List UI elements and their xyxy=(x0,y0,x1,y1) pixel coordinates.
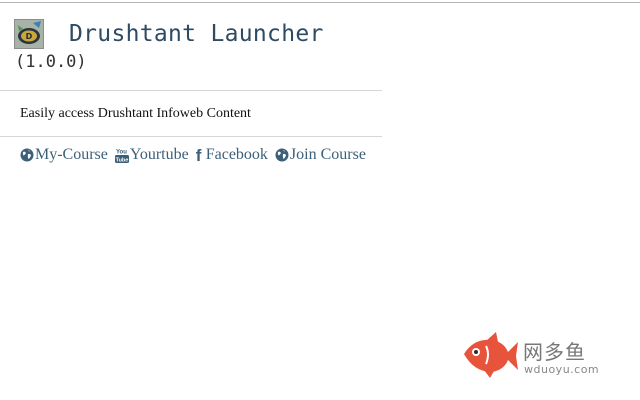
facebook-label: Facebook xyxy=(205,146,268,163)
fish-logo-icon xyxy=(464,332,518,378)
youtube-label: Yourtube xyxy=(129,146,189,163)
svg-text:You: You xyxy=(116,149,127,155)
watermark-cn-text: 网多鱼 xyxy=(523,340,586,364)
app-title: Drushtant Launcher xyxy=(69,21,324,47)
svg-text:D: D xyxy=(26,32,33,41)
my-course-link[interactable]: My-Course xyxy=(20,146,108,164)
extension-popup: D Drushtant Launcher (1.0.0) Easily acce… xyxy=(0,3,382,173)
popup-header: D Drushtant Launcher (1.0.0) xyxy=(0,3,382,90)
youtube-icon: You Tube xyxy=(114,149,129,163)
facebook-link[interactable]: f Facebook xyxy=(196,146,268,164)
drushtant-logo-icon: D xyxy=(14,19,44,49)
join-course-link[interactable]: Join Course xyxy=(275,146,366,164)
app-version: (1.0.0) xyxy=(15,52,87,72)
watermark: 网多鱼 wduoyu.com xyxy=(460,330,610,380)
globe-icon xyxy=(275,148,289,162)
join-course-label: Join Course xyxy=(289,146,366,163)
facebook-icon: f xyxy=(195,145,202,165)
link-bar: My-Course You Tube Yourtube f Facebook J… xyxy=(0,137,382,173)
watermark-en-text: wduoyu.com xyxy=(524,363,600,376)
youtube-link[interactable]: You Tube Yourtube xyxy=(114,146,189,164)
app-description: Easily access Drushtant Infoweb Content xyxy=(20,105,251,121)
svg-text:Tube: Tube xyxy=(116,157,129,163)
globe-icon xyxy=(20,148,34,162)
my-course-label: My-Course xyxy=(35,146,108,163)
